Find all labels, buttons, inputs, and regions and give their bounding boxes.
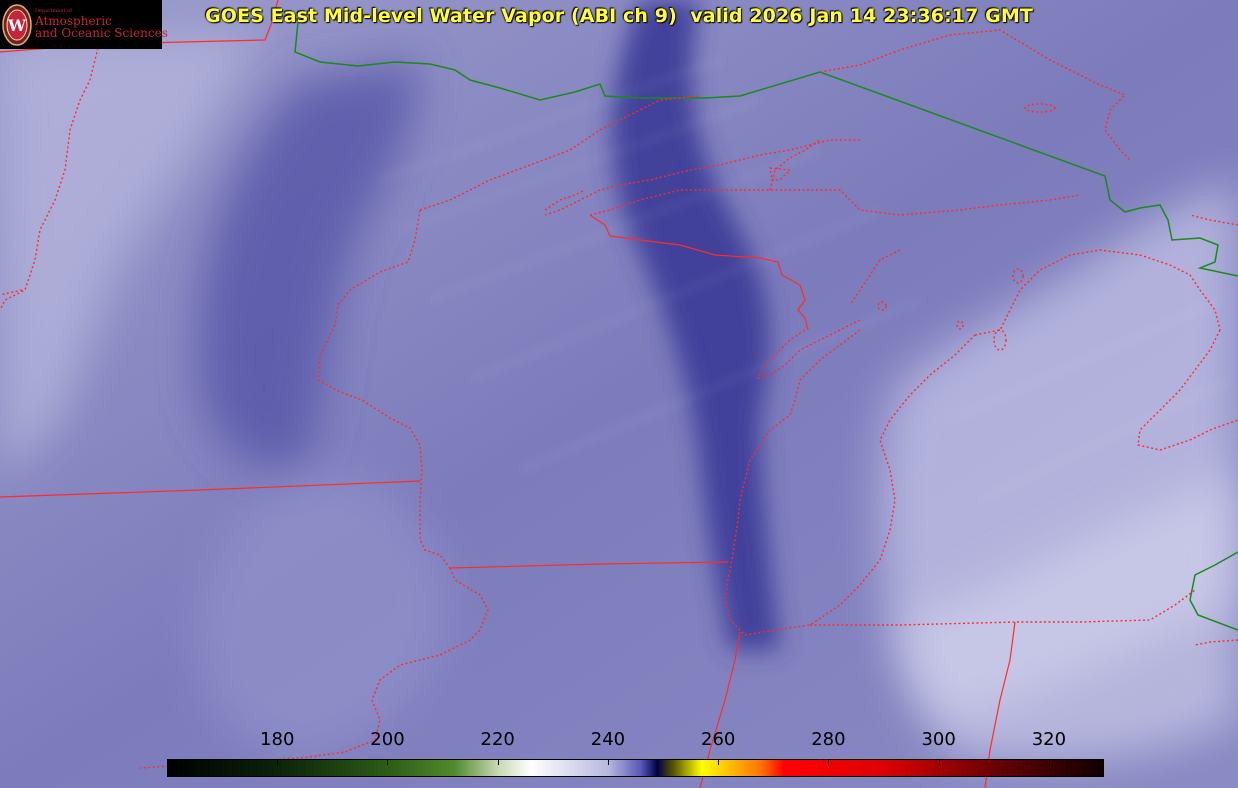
colorbar-tick-mark [718, 759, 720, 765]
colorbar-tick-mark [497, 759, 499, 765]
aos-logo: W Department of Atmospheric and Oceanic … [0, 0, 168, 49]
seal-letter: W [7, 16, 27, 35]
water-vapor-image [0, 0, 1238, 788]
image-title: GOES East Mid-level Water Vapor (ABI ch … [205, 5, 1033, 27]
colorbar-tick-label: 200 [370, 729, 405, 750]
colorbar-tick-mark [387, 759, 389, 765]
colorbar-tick-label: 180 [260, 729, 295, 750]
colorbar-tick-label: 280 [811, 729, 846, 750]
colorbar-tick-label: 320 [1031, 729, 1067, 750]
colorbar-tick-mark [607, 759, 609, 765]
colorbar-tick-mark [938, 759, 940, 765]
satellite-map: GOES East Mid-level Water Vapor (ABI ch … [0, 0, 1238, 788]
colorbar-tick-label: 260 [700, 729, 736, 750]
colorbar-tick-mark [828, 759, 830, 765]
colorbar-tick-label: 240 [590, 729, 626, 750]
colorbar-tick-mark [277, 759, 279, 765]
temperature-colorbar [167, 759, 1104, 777]
colorbar-tick-label: 300 [921, 729, 956, 750]
logo-line-2: and Oceanic Sciences [35, 26, 168, 41]
colorbar-tick-label: 220 [480, 729, 515, 750]
colorbar-tick-mark [1048, 759, 1050, 765]
logo-text: Department of Atmospheric and Oceanic Sc… [35, 9, 168, 41]
uw-crest-icon: W [2, 3, 32, 46]
temperature-colorbar-wrap [167, 759, 1104, 777]
